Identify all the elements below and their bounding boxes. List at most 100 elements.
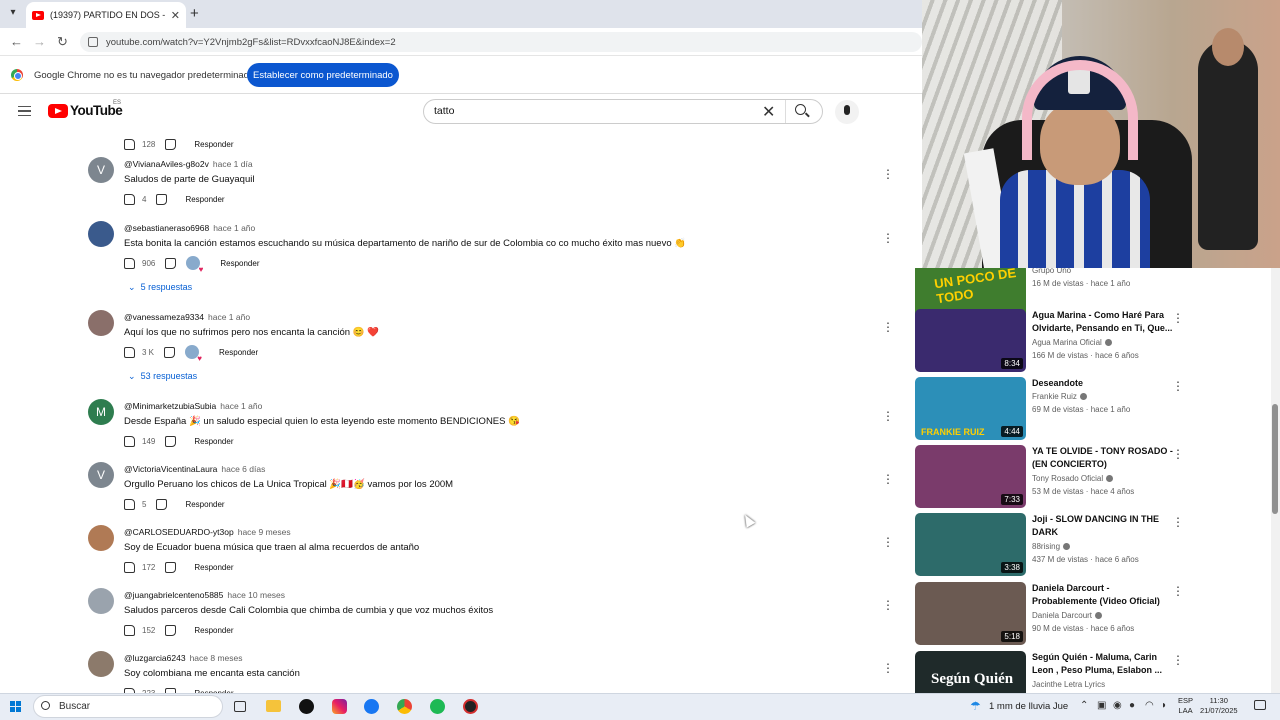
- like-icon[interactable]: [124, 624, 135, 636]
- search-input-value[interactable]: tatto: [434, 105, 454, 117]
- avatar[interactable]: V: [88, 157, 114, 183]
- channel-name-row[interactable]: Daniela Darcourt: [1032, 611, 1103, 620]
- dislike-icon[interactable]: [165, 561, 177, 573]
- forward-icon[interactable]: →: [33, 34, 46, 49]
- channel-name[interactable]: Agua Marina Oficial: [1032, 338, 1102, 347]
- microphone-icon[interactable]: [844, 105, 850, 115]
- tab-close-icon[interactable]: ✕: [171, 9, 180, 22]
- comment-author[interactable]: @sebastianeraso6968: [124, 223, 209, 233]
- taskbar-search-icon[interactable]: [41, 701, 50, 710]
- comment-more-icon[interactable]: ⋮: [882, 661, 894, 675]
- video-thumbnail[interactable]: 3:38: [915, 513, 1026, 576]
- app-taskbar-icon[interactable]: [463, 699, 478, 714]
- channel-name-row[interactable]: Tony Rosado Oficial: [1032, 474, 1114, 483]
- dislike-icon[interactable]: [165, 138, 177, 150]
- spotify-icon[interactable]: [430, 699, 445, 714]
- reply-button[interactable]: Responder: [194, 140, 233, 149]
- new-tab-icon[interactable]: +: [190, 5, 199, 22]
- channel-name[interactable]: 88rising: [1032, 542, 1060, 551]
- tray-network-icon[interactable]: ◉: [1113, 700, 1122, 711]
- video-thumbnail[interactable]: 8:34: [915, 309, 1026, 372]
- comment-time[interactable]: hace 1 año: [213, 223, 255, 233]
- back-icon[interactable]: ←: [10, 34, 23, 49]
- video-more-icon[interactable]: ⋮: [1172, 311, 1184, 325]
- like-icon[interactable]: [124, 257, 135, 269]
- view-replies-button[interactable]: ⌄ 53 respuestas: [128, 371, 197, 382]
- avatar[interactable]: [88, 310, 114, 336]
- comment-more-icon[interactable]: ⋮: [882, 409, 894, 423]
- tray-app-icon[interactable]: ▣: [1097, 700, 1106, 711]
- channel-name-row[interactable]: Jacinthe Letra Lyrics: [1032, 680, 1105, 689]
- comment-author[interactable]: @VivianaAviles-g8o2v: [124, 159, 209, 169]
- task-view-icon[interactable]: [234, 701, 246, 712]
- dislike-icon[interactable]: [165, 257, 177, 269]
- video-more-icon[interactable]: ⋮: [1172, 447, 1184, 461]
- comment-time[interactable]: hace 1 año: [208, 312, 250, 322]
- reply-button[interactable]: Responder: [220, 259, 259, 268]
- scrollbar-thumb[interactable]: [1272, 404, 1278, 514]
- video-title[interactable]: Daniela Darcourt - Probablemente (Video …: [1032, 582, 1174, 608]
- taskbar-search-label[interactable]: Buscar: [59, 701, 90, 712]
- tiktok-icon[interactable]: [299, 699, 314, 714]
- video-more-icon[interactable]: ⋮: [1172, 653, 1184, 667]
- search-icon[interactable]: [795, 104, 806, 115]
- like-icon[interactable]: [124, 138, 135, 150]
- avatar[interactable]: M: [88, 399, 114, 425]
- video-thumbnail[interactable]: Según Quién: [915, 651, 1026, 693]
- channel-name-row[interactable]: Agua Marina Oficial: [1032, 338, 1112, 347]
- chrome-taskbar-icon[interactable]: [397, 699, 412, 714]
- channel-name[interactable]: Daniela Darcourt: [1032, 611, 1092, 620]
- reply-button[interactable]: Responder: [194, 563, 233, 572]
- channel-name-row[interactable]: 88rising: [1032, 542, 1071, 551]
- like-icon[interactable]: [124, 435, 135, 447]
- recommended-video[interactable]: Según Quién Según Quién - Maluma, Carin …: [914, 651, 1272, 693]
- comment-author[interactable]: @juangabrielcenteno5885: [124, 590, 223, 600]
- video-title[interactable]: YA TE OLVIDE - TONY ROSADO - (EN CONCIER…: [1032, 445, 1174, 471]
- comment-author[interactable]: @vanessameza9334: [124, 312, 204, 322]
- channel-name[interactable]: Frankie Ruiz: [1032, 392, 1077, 401]
- hamburger-menu-icon[interactable]: [18, 106, 31, 116]
- comment-more-icon[interactable]: ⋮: [882, 535, 894, 549]
- dislike-icon[interactable]: [164, 346, 176, 358]
- comment-more-icon[interactable]: ⋮: [882, 231, 894, 245]
- clear-search-icon[interactable]: ✕: [762, 102, 775, 122]
- comment-time[interactable]: hace 8 meses: [190, 653, 243, 663]
- channel-name-row[interactable]: Grupo Uno: [1032, 268, 1071, 275]
- site-info-icon[interactable]: [88, 37, 98, 47]
- weather-text[interactable]: 1 mm de lluvia Jue: [989, 701, 1068, 712]
- dislike-icon[interactable]: [165, 624, 177, 636]
- facebook-icon[interactable]: [364, 699, 379, 714]
- recommended-video[interactable]: 8:34 Agua Marina - Como Haré Para Olvida…: [914, 309, 1272, 375]
- tray-wifi-icon[interactable]: ◠: [1145, 700, 1154, 711]
- comment-more-icon[interactable]: ⋮: [882, 598, 894, 612]
- recommended-video[interactable]: FRANKIE RUIZ 4:44 Deseandote Frankie Rui…: [914, 377, 1272, 443]
- comment-more-icon[interactable]: ⋮: [882, 167, 894, 181]
- comment-author[interactable]: @luzgarcia6243: [124, 653, 186, 663]
- dislike-icon[interactable]: [156, 498, 168, 510]
- tray-mic-icon[interactable]: ●: [1129, 700, 1135, 711]
- instagram-icon[interactable]: [332, 699, 347, 714]
- tray-volume-icon[interactable]: ◗: [1161, 700, 1167, 711]
- video-more-icon[interactable]: ⋮: [1172, 379, 1184, 393]
- avatar[interactable]: [88, 651, 114, 677]
- video-thumbnail[interactable]: FRANKIE RUIZ 4:44: [915, 377, 1026, 440]
- video-title[interactable]: Según Quién - Maluma, Carin Leon , Peso …: [1032, 651, 1174, 677]
- windows-start-icon[interactable]: [10, 701, 21, 712]
- recommended-video[interactable]: 5:18 Daniela Darcourt - Probablemente (V…: [914, 582, 1272, 648]
- set-default-button[interactable]: Establecer como predeterminado: [247, 63, 399, 87]
- comment-author[interactable]: @CARLOSEDUARDO-yt3op: [124, 527, 234, 537]
- youtube-logo-icon[interactable]: [48, 104, 68, 118]
- reply-button[interactable]: Responder: [185, 500, 224, 509]
- video-title[interactable]: Deseandote: [1032, 377, 1174, 390]
- comment-author[interactable]: @VictoriaVicentinaLaura: [124, 464, 217, 474]
- recommended-video[interactable]: 3:38 Joji - SLOW DANCING IN THE DARK 88r…: [914, 513, 1272, 579]
- avatar[interactable]: V: [88, 462, 114, 488]
- comment-time[interactable]: hace 1 año: [220, 401, 262, 411]
- file-explorer-icon[interactable]: [266, 700, 281, 712]
- reply-button[interactable]: Responder: [185, 195, 224, 204]
- like-icon[interactable]: [124, 498, 135, 510]
- tab-search-chevron-icon[interactable]: ▾: [6, 7, 20, 21]
- video-more-icon[interactable]: ⋮: [1172, 584, 1184, 598]
- comment-time[interactable]: hace 10 meses: [227, 590, 285, 600]
- reply-button[interactable]: Responder: [219, 348, 258, 357]
